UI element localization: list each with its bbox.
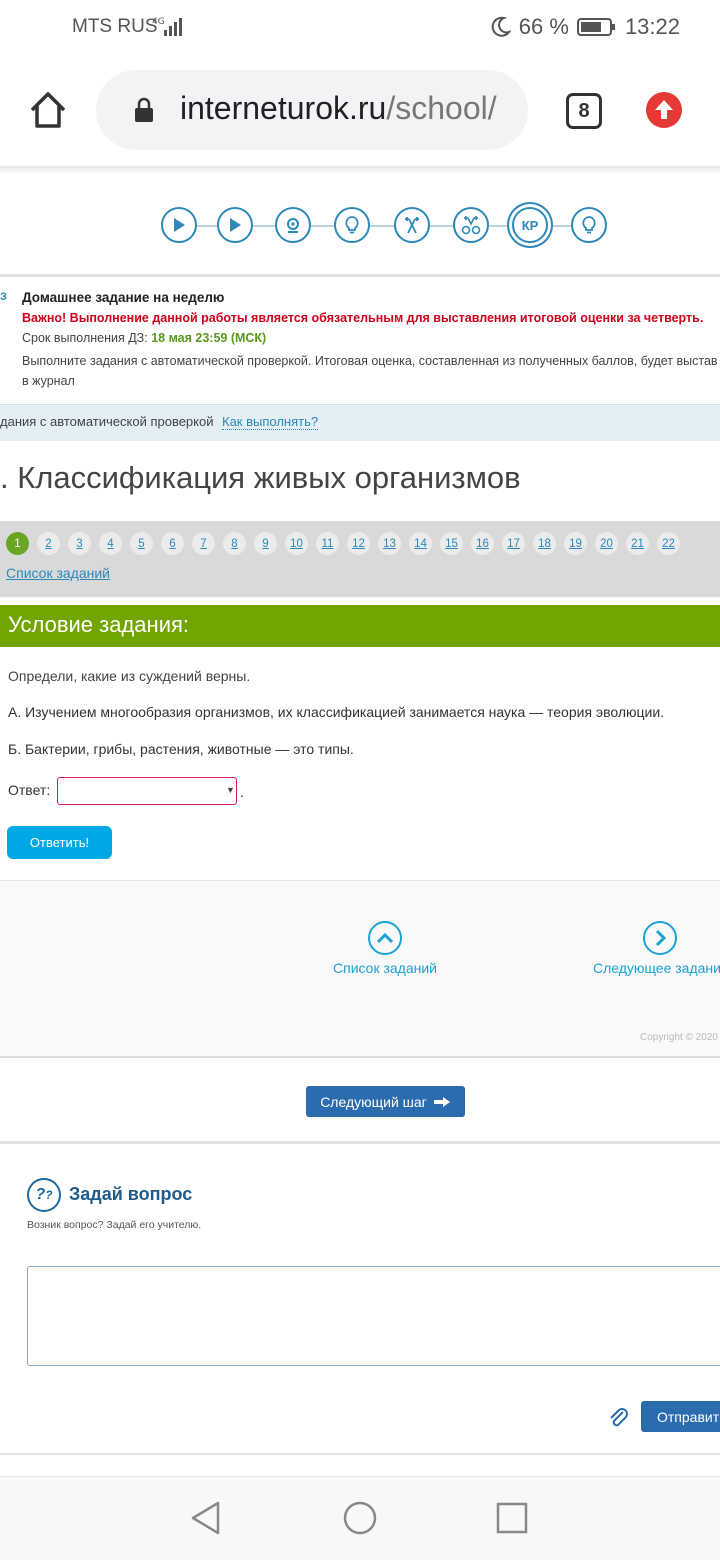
pager-item[interactable]: 10: [285, 532, 308, 555]
lock-icon: [134, 97, 154, 123]
how-to-link[interactable]: Как выполнять?: [222, 414, 319, 430]
pager-item[interactable]: 14: [409, 532, 432, 555]
pager-item[interactable]: 4: [99, 532, 122, 555]
pager-item[interactable]: 22: [657, 532, 680, 555]
signal-icon: 4G: [150, 14, 186, 43]
home-icon[interactable]: [26, 88, 70, 132]
video-step-icon[interactable]: [161, 207, 197, 243]
pager-item[interactable]: 19: [564, 532, 587, 555]
pager-item[interactable]: 15: [440, 532, 463, 555]
toolbar-shadow: [0, 166, 720, 174]
tabs-counter-button[interactable]: 8: [566, 93, 602, 129]
copyright: Copyright © 2020: [640, 1032, 718, 1043]
url-text[interactable]: interneturok.ru/school/: [180, 90, 510, 127]
homework-important-notice: Важно! Выполнение данной работы является…: [22, 311, 704, 325]
pager-item[interactable]: 8: [223, 532, 246, 555]
pager-item[interactable]: 6: [161, 532, 184, 555]
pager-item[interactable]: 20: [595, 532, 618, 555]
trainer-step-icon[interactable]: [394, 207, 430, 243]
homework-tag: ДЗ: [0, 291, 7, 303]
task-condition-title: Условие задания:: [8, 612, 190, 637]
statement-b: Б. Бактерии, грибы, растения, животные —…: [8, 741, 354, 757]
divider: [0, 274, 720, 277]
question-intro: Определи, какие из суждений верны.: [8, 668, 251, 684]
carrier-label: MTS RUS: [72, 16, 158, 37]
next-step-button[interactable]: Следующий шаг: [306, 1086, 465, 1117]
pager-item[interactable]: 9: [254, 532, 277, 555]
pager-item[interactable]: 7: [192, 532, 215, 555]
pager-item[interactable]: 21: [626, 532, 649, 555]
back-icon[interactable]: [190, 1501, 222, 1540]
send-button[interactable]: Отправить: [641, 1401, 720, 1432]
auto-check-label: дания с автоматической проверкой: [0, 414, 214, 429]
pager-item[interactable]: 13: [378, 532, 401, 555]
question-icon: ??: [27, 1178, 61, 1212]
recents-icon[interactable]: [496, 1502, 528, 1539]
lightbulb-step-2-icon[interactable]: [571, 207, 607, 243]
deadline-value: 18 мая 23:59 (МСК): [151, 331, 267, 345]
arrow-right-icon: [433, 1096, 450, 1107]
homework-deadline: Срок выполнения ДЗ: 18 мая 23:59 (МСК): [22, 331, 267, 345]
pager-item[interactable]: 1: [6, 532, 29, 555]
clock: 13:22: [624, 14, 680, 39]
pager-item[interactable]: 12: [347, 532, 370, 555]
pager-item[interactable]: 16: [471, 532, 494, 555]
ask-question-title: Задай вопрос: [69, 1184, 193, 1204]
pager-item[interactable]: 3: [68, 532, 91, 555]
chevron-up-icon[interactable]: [368, 921, 402, 955]
answer-select[interactable]: [57, 777, 237, 805]
pager-item[interactable]: 5: [130, 532, 153, 555]
task-list-link[interactable]: Список заданий: [6, 565, 110, 581]
battery-percent: 66 %: [518, 14, 569, 39]
update-icon[interactable]: [646, 92, 682, 128]
paperclip-icon[interactable]: [606, 1404, 630, 1430]
control-work-step[interactable]: КР: [512, 207, 548, 243]
control-work-label: КР: [521, 217, 539, 233]
next-task-link[interactable]: Следующее задание: [593, 960, 720, 976]
chevron-right-icon[interactable]: [643, 921, 677, 955]
pager-item[interactable]: 18: [533, 532, 556, 555]
network-label: 4G: [152, 17, 165, 27]
status-right: 66 % 13:22: [491, 14, 680, 40]
answer-button[interactable]: Ответить!: [7, 826, 112, 859]
homework-title: Домашнее задание на неделю: [22, 290, 225, 305]
pager-item[interactable]: 17: [502, 532, 525, 555]
lightbulb-step-icon[interactable]: [334, 207, 370, 243]
pager-item[interactable]: 2: [37, 532, 60, 555]
answer-suffix: .: [240, 784, 244, 800]
battery-icon: [576, 18, 615, 36]
homework-description: Выполните задания с автоматической прове…: [22, 354, 718, 388]
workout-step-icon[interactable]: [453, 207, 489, 243]
statement-a: А. Изучением многообразия организмов, их…: [8, 704, 665, 720]
task-pager: 1 2 3 4 5 6 7 8 9 10 11 12 13 14 15 16 17 18 19 20 21 22: [6, 532, 680, 555]
question-textarea[interactable]: [27, 1266, 720, 1366]
pager-item[interactable]: 11: [316, 532, 339, 555]
answer-label: Ответ:: [8, 782, 51, 798]
next-step-label: Следующий шаг: [320, 1093, 427, 1110]
webinar-step-icon[interactable]: [275, 207, 311, 243]
moon-icon: [491, 16, 511, 37]
ask-question-subtitle: Возник вопрос? Задай его учителю.: [27, 1219, 202, 1231]
lesson-title: . Классификация живых организмов: [0, 460, 521, 495]
dropdown-arrow-icon[interactable]: ▼: [226, 785, 235, 795]
video-step-2-icon[interactable]: [217, 207, 253, 243]
nav-task-list-link[interactable]: Список заданий: [333, 960, 437, 976]
home-circle-icon[interactable]: [343, 1501, 377, 1540]
